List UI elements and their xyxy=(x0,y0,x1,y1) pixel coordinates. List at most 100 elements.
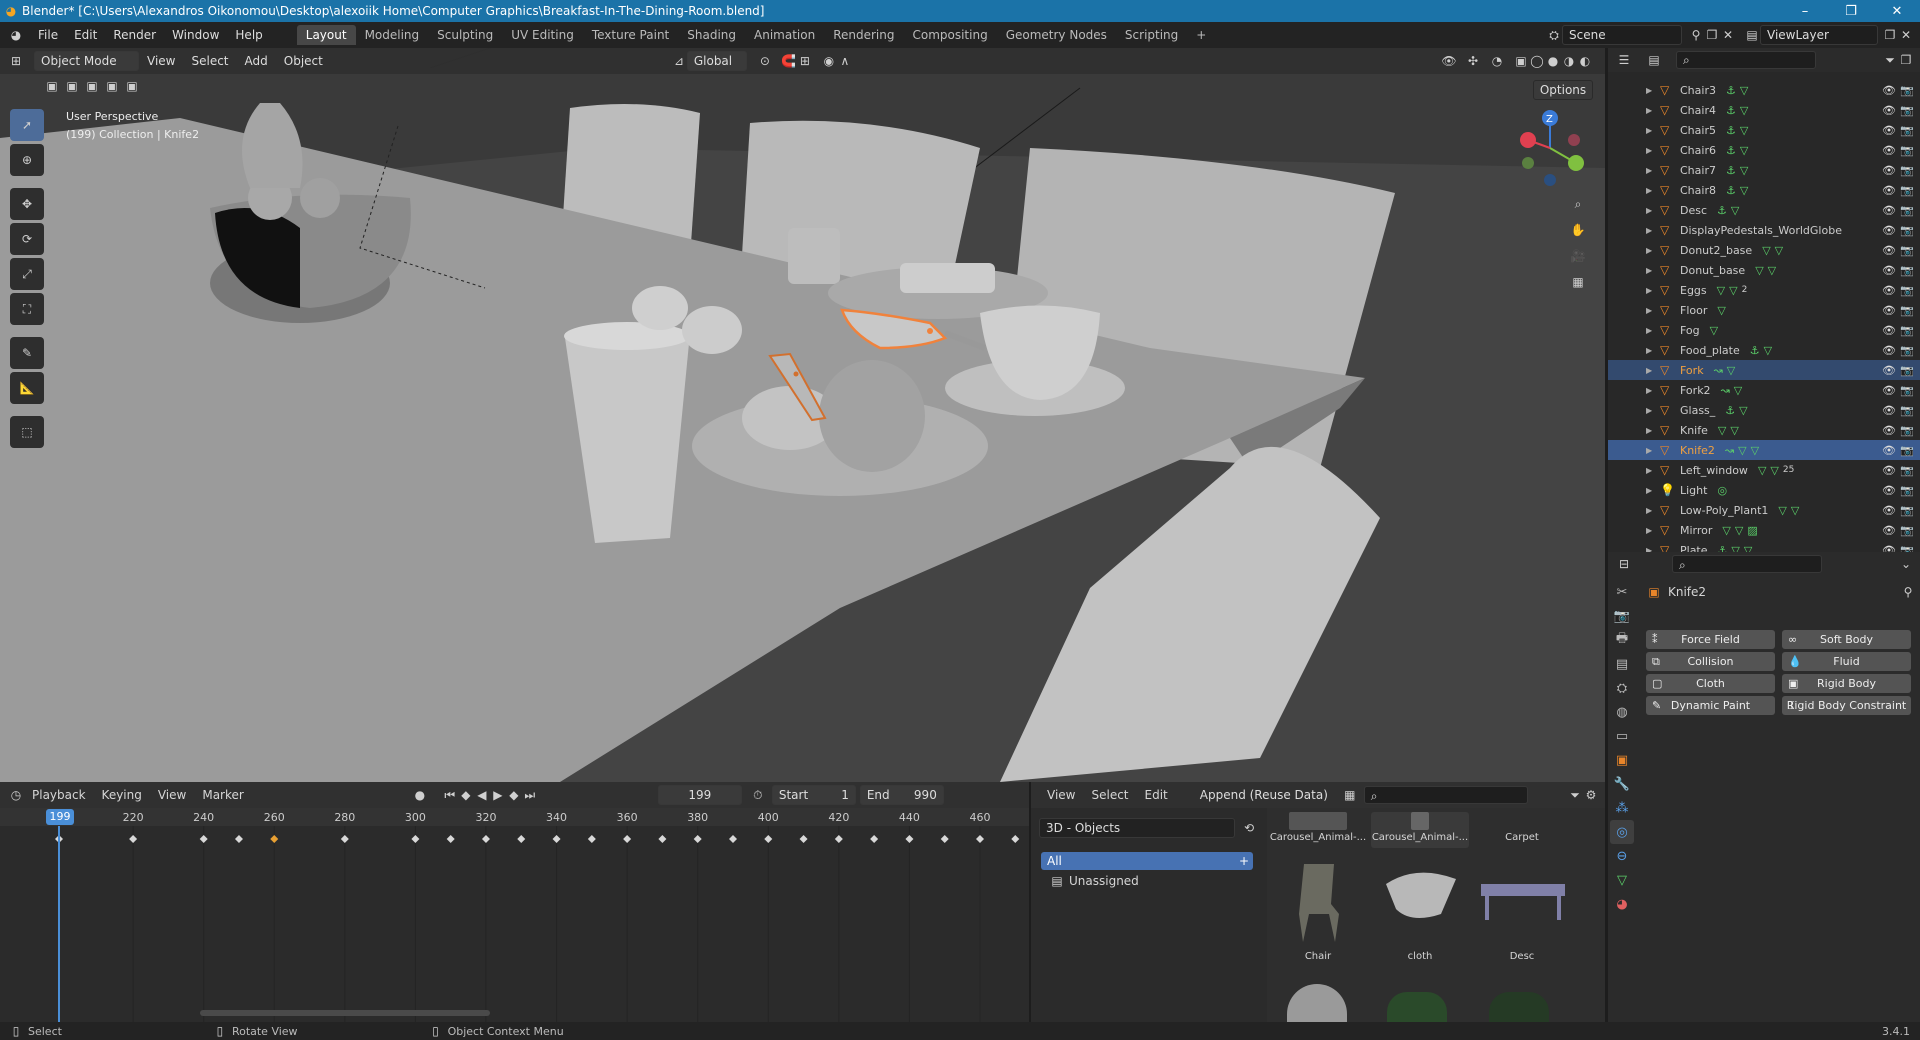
play-reverse-icon[interactable]: ◀ xyxy=(474,787,490,803)
eye-icon[interactable]: 👁 xyxy=(1882,504,1896,517)
asset-item[interactable]: Carpet xyxy=(1473,812,1571,848)
timeline-scrollbar[interactable] xyxy=(200,1010,490,1016)
properties-search[interactable]: ⌕ xyxy=(1672,555,1822,573)
expand-arrow-icon[interactable]: ▶ xyxy=(1646,406,1660,415)
expand-arrow-icon[interactable]: ▶ xyxy=(1646,146,1660,155)
add-catalog-icon[interactable]: + xyxy=(1239,854,1249,868)
eye-icon[interactable]: 👁 xyxy=(1882,224,1896,237)
camera-icon[interactable]: 📷 xyxy=(1900,244,1914,257)
gizmo-y-ball[interactable] xyxy=(1568,155,1584,171)
outliner-row[interactable]: ▶ ▽ DisplayPedestals_WorldGlobe 👁 📷 xyxy=(1608,220,1920,240)
outliner-row[interactable]: ▶ ▽ Knife2 ↝▽▽ 👁 📷 xyxy=(1608,440,1920,460)
tab-render[interactable]: 📷 xyxy=(1610,604,1634,628)
asset-item[interactable]: Carousel_Animal-... xyxy=(1269,812,1367,848)
tab-world[interactable]: ◍ xyxy=(1610,700,1634,724)
camera-icon[interactable]: 📷 xyxy=(1900,464,1914,477)
physics-force-field-button[interactable]: ⁑ Force Field xyxy=(1646,630,1775,649)
timeline-menu-keying[interactable]: Keying xyxy=(94,788,150,802)
tab-animation[interactable]: Animation xyxy=(745,25,824,45)
asset-menu-view[interactable]: View xyxy=(1039,788,1083,802)
timeline-menu-marker[interactable]: Marker xyxy=(194,788,251,802)
outliner-row[interactable]: ▶ ▽ Floor ▽ 👁 📷 xyxy=(1608,300,1920,320)
display-mode-icon[interactable]: ▤ xyxy=(1646,52,1662,68)
viewport-menu-add[interactable]: Add xyxy=(237,54,276,68)
view-layer-icon[interactable]: ▤ xyxy=(1744,27,1760,43)
eye-icon[interactable]: 👁 xyxy=(1882,84,1896,97)
tab-data[interactable]: ▽ xyxy=(1610,868,1634,892)
new-view-layer-icon[interactable]: ❐ xyxy=(1882,27,1898,43)
new-scene-icon[interactable]: ❐ xyxy=(1704,27,1720,43)
eye-icon[interactable]: 👁 xyxy=(1882,344,1896,357)
outliner-row[interactable]: ▶ ▽ Low-Poly_Plant1 ▽▽ 👁 📷 xyxy=(1608,500,1920,520)
tab-layout[interactable]: Layout xyxy=(296,25,356,45)
viewport-menu-view[interactable]: View xyxy=(139,54,183,68)
asset-library-selector[interactable]: 3D - Objects xyxy=(1039,818,1235,838)
camera-icon[interactable]: 📷 xyxy=(1900,364,1914,377)
transform-orientation-selector[interactable]: Global xyxy=(686,51,747,71)
pivot-icon[interactable]: ⊙ xyxy=(757,53,773,69)
refresh-icon[interactable]: ⟲ xyxy=(1241,820,1257,836)
prev-keyframe-icon[interactable]: ◆ xyxy=(458,787,474,803)
camera-view-icon[interactable]: 🎥 xyxy=(1570,248,1586,264)
select-box-tool[interactable]: ➚ xyxy=(10,109,44,141)
timeline-editor-icon[interactable]: ◷ xyxy=(8,787,24,803)
close-button[interactable]: ✕ xyxy=(1874,4,1920,19)
eye-icon[interactable]: 👁 xyxy=(1882,524,1896,537)
outliner-row[interactable]: ▶ ▽ Plate ⚓▽▽ 👁 📷 xyxy=(1608,540,1920,552)
wireframe-shading-icon[interactable]: ◯ xyxy=(1529,53,1545,69)
camera-icon[interactable]: 📷 xyxy=(1900,444,1914,457)
asset-menu-select[interactable]: Select xyxy=(1083,788,1136,802)
outliner-row[interactable]: ▶ ▽ Chair6 ⚓▽ 👁 📷 xyxy=(1608,140,1920,160)
catalog-all[interactable]: All + xyxy=(1041,852,1253,870)
eye-icon[interactable]: 👁 xyxy=(1882,324,1896,337)
jump-end-icon[interactable]: ⏭ xyxy=(522,787,538,803)
expand-arrow-icon[interactable]: ▶ xyxy=(1646,126,1660,135)
eye-icon[interactable]: 👁 xyxy=(1882,104,1896,117)
tab-uv-editing[interactable]: UV Editing xyxy=(502,25,583,45)
gizmo-neg-y-ball[interactable] xyxy=(1522,157,1534,169)
physics-cloth-button[interactable]: ▢ Cloth xyxy=(1646,674,1775,693)
rotate-tool[interactable]: ⟳ xyxy=(10,223,44,255)
rendered-shading-icon[interactable]: ◐ xyxy=(1577,53,1593,69)
delete-scene-icon[interactable]: ✕ xyxy=(1720,27,1736,43)
import-type-selector[interactable]: Append (Reuse Data) xyxy=(1193,786,1330,804)
mode-selector[interactable]: Object Mode xyxy=(34,51,139,71)
outliner-row[interactable]: ▶ ▽ Chair5 ⚓▽ 👁 📷 xyxy=(1608,120,1920,140)
gear-icon[interactable]: ⚙ xyxy=(1583,787,1599,803)
outliner-row[interactable]: ▶ ▽ Food_plate ⚓▽ 👁 📷 xyxy=(1608,340,1920,360)
new-collection-icon[interactable]: ❐ xyxy=(1898,52,1914,68)
cursor-tool[interactable]: ⊕ xyxy=(10,144,44,176)
scene-icon[interactable]: ⛭ xyxy=(1546,27,1562,43)
gizmo-neg-x-ball[interactable] xyxy=(1568,134,1580,146)
expand-arrow-icon[interactable]: ▶ xyxy=(1646,86,1660,95)
tab-constraints[interactable]: ⊖ xyxy=(1610,844,1634,868)
camera-icon[interactable]: 📷 xyxy=(1900,84,1914,97)
expand-arrow-icon[interactable]: ▶ xyxy=(1646,426,1660,435)
outliner-row[interactable]: ▶ ▽ Mirror ▽▽▨ 👁 📷 xyxy=(1608,520,1920,540)
physics-soft-body-button[interactable]: ∞ Soft Body xyxy=(1782,630,1911,649)
expand-arrow-icon[interactable]: ▶ xyxy=(1646,326,1660,335)
properties-editor-icon[interactable]: ⊟ xyxy=(1616,556,1632,572)
tab-scripting[interactable]: Scripting xyxy=(1116,25,1187,45)
expand-arrow-icon[interactable]: ▶ xyxy=(1646,286,1660,295)
eye-icon[interactable]: 👁 xyxy=(1882,204,1896,217)
menu-edit[interactable]: Edit xyxy=(66,28,105,42)
expand-arrow-icon[interactable]: ▶ xyxy=(1646,366,1660,375)
camera-icon[interactable]: 📷 xyxy=(1900,124,1914,137)
chevron-down-icon[interactable]: ⌄ xyxy=(1898,556,1914,572)
tab-collection[interactable]: ▭ xyxy=(1610,724,1634,748)
scale-tool[interactable]: ⤢ xyxy=(10,258,44,290)
expand-arrow-icon[interactable]: ▶ xyxy=(1646,166,1660,175)
eye-icon[interactable]: 👁 xyxy=(1882,444,1896,457)
camera-icon[interactable]: 📷 xyxy=(1900,344,1914,357)
select-intersect-icon[interactable]: ▣ xyxy=(124,78,140,94)
add-cube-tool[interactable]: ⬚ xyxy=(10,416,44,448)
pin-icon[interactable]: ⚲ xyxy=(1688,27,1704,43)
end-frame-field[interactable]: End 990 xyxy=(859,785,944,805)
camera-icon[interactable]: 📷 xyxy=(1900,384,1914,397)
material-shading-icon[interactable]: ◑ xyxy=(1561,53,1577,69)
ortho-grid-icon[interactable]: ▦ xyxy=(1570,274,1586,290)
overlay-icon[interactable]: ◔ xyxy=(1489,53,1505,69)
expand-arrow-icon[interactable]: ▶ xyxy=(1646,446,1660,455)
eye-icon[interactable]: 👁 xyxy=(1882,364,1896,377)
